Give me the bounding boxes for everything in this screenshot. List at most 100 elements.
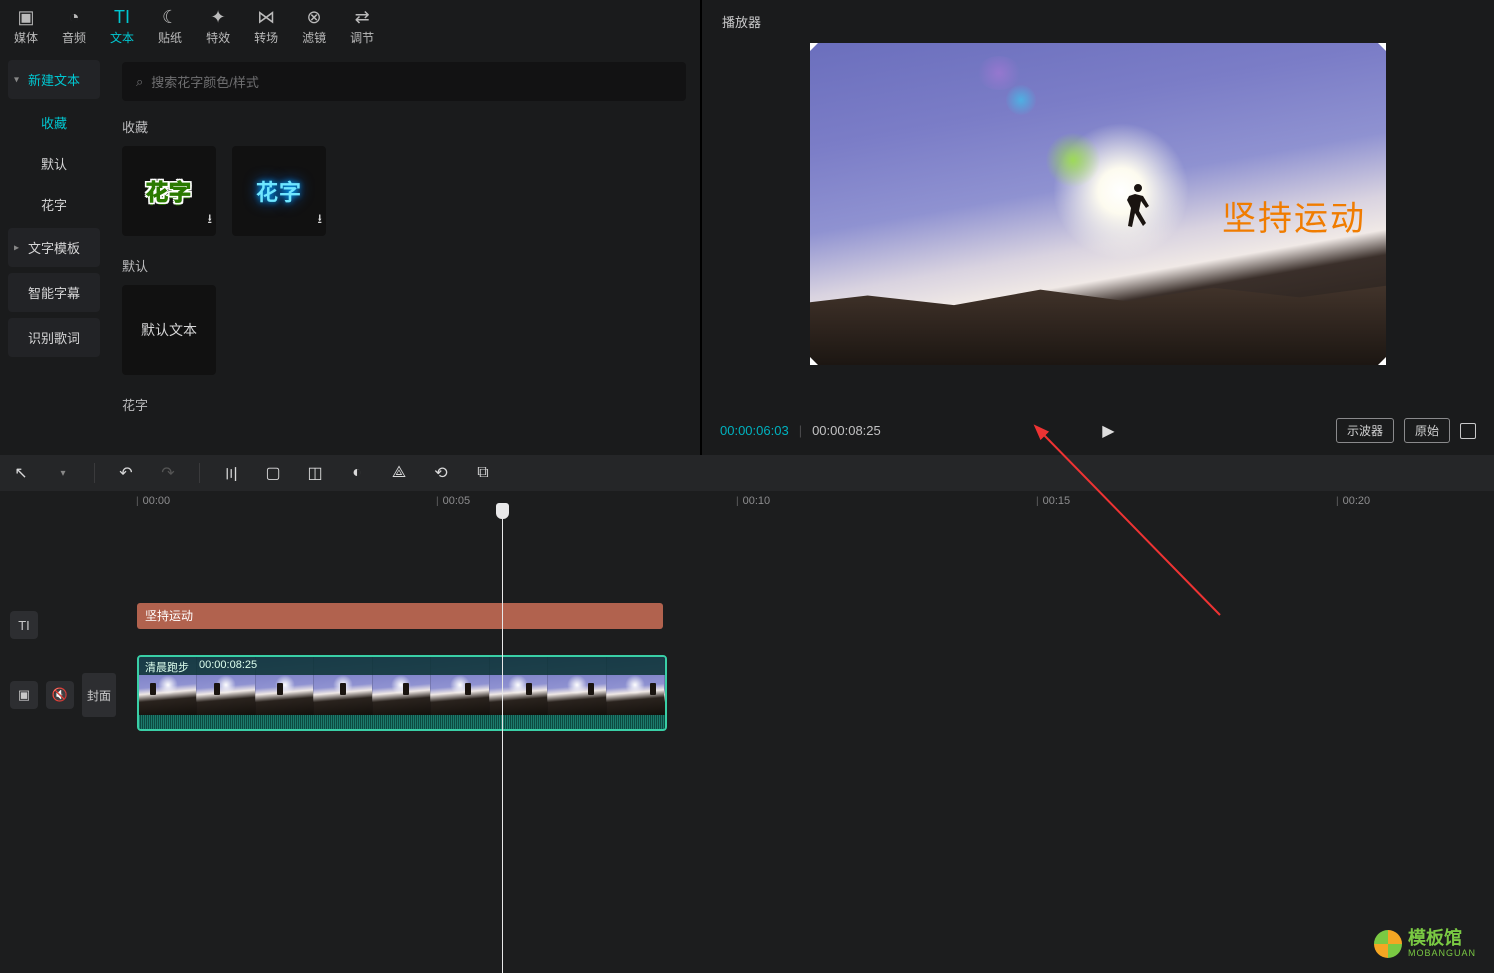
clip-name: 清晨跑步 — [145, 659, 189, 673]
timeline-tracks[interactable]: TI 坚持运动 ▣ 🔇 封面 — [0, 513, 1494, 973]
ruler-tick: 00:10 — [736, 495, 770, 507]
sidebar-smart-subtitles[interactable]: 智能字幕 — [8, 273, 100, 312]
original-button[interactable]: 原始 — [1404, 418, 1450, 443]
player-canvas[interactable]: 坚持运动 — [718, 43, 1478, 408]
search-icon: ⌕ — [136, 74, 143, 90]
watermark-icon — [1374, 930, 1402, 958]
text-content: ⌕ 搜索花字颜色/样式 收藏 花字⭳ 花字⭳ 默认 默认文本 花字 — [108, 52, 700, 455]
rotate-tool[interactable]: ⟲ — [430, 463, 452, 483]
sidebar-favorites[interactable]: 收藏 — [8, 105, 100, 140]
mirror-tool[interactable]: ⟁ — [388, 464, 410, 482]
scope-button[interactable]: 示波器 — [1336, 418, 1394, 443]
sidebar-new-text[interactable]: ▾新建文本 — [8, 60, 100, 99]
effect-icon: ✦ — [211, 8, 226, 26]
download-icon[interactable]: ⭳ — [207, 210, 212, 232]
tab-filter[interactable]: ⊗滤镜 — [302, 8, 326, 46]
cover-button[interactable]: 封面 — [82, 673, 116, 717]
thumb-default-text[interactable]: 默认文本 — [122, 285, 216, 375]
frame-handle[interactable] — [1377, 43, 1386, 52]
text-track-icon[interactable]: TI — [10, 611, 38, 639]
chevron-down-icon: ▾ — [14, 74, 19, 85]
undo-button[interactable]: ↶ — [115, 463, 137, 483]
ruler-tick: 00:15 — [1036, 495, 1070, 507]
frame-tool[interactable]: ◫ — [304, 463, 326, 483]
tab-adjust[interactable]: ⇄调节 — [350, 8, 374, 46]
tab-media[interactable]: ▣媒体 — [14, 8, 38, 46]
text-sidebar: ▾新建文本 收藏 默认 花字 ▸文字模板 智能字幕 识别歌词 — [0, 52, 108, 455]
play-button[interactable]: ▶ — [1102, 421, 1114, 441]
clip-duration: 00:00:08:25 — [199, 659, 257, 673]
section-default: 默认 — [122, 256, 686, 275]
search-placeholder: 搜索花字颜色/样式 — [151, 72, 259, 91]
transition-icon: ⋈ — [257, 8, 275, 26]
current-time: 00:00:06:03 — [720, 423, 789, 438]
video-track: ▣ 🔇 封面 — [0, 655, 1494, 735]
tab-transition[interactable]: ⋈转场 — [254, 8, 278, 46]
tab-effect[interactable]: ✦特效 — [206, 8, 230, 46]
sidebar-templates[interactable]: ▸文字模板 — [8, 228, 100, 267]
sidebar-default[interactable]: 默认 — [8, 146, 100, 181]
mute-button[interactable]: 🔇 — [46, 681, 74, 709]
player-controls: 00:00:06:03 | 00:00:08:25 ▶ 示波器 原始 — [718, 408, 1478, 445]
chevron-right-icon: ▸ — [14, 242, 19, 253]
split-tool[interactable]: 〣 — [220, 461, 242, 485]
adjust-icon: ⇄ — [355, 8, 370, 26]
playhead-handle[interactable] — [496, 503, 509, 519]
watermark-cn: 模板馆 — [1408, 929, 1476, 949]
player-panel: 播放器 坚持运动 00:00:06:03 | 00:00:08:25 — [702, 0, 1494, 455]
ruler-tick: 00:05 — [436, 495, 470, 507]
lens-flare — [1046, 133, 1100, 187]
preview-runner — [1121, 178, 1155, 242]
frame-handle[interactable] — [810, 356, 819, 365]
video-clip[interactable]: 清晨跑步 00:00:08:25 — [137, 655, 667, 731]
thumb-flower-green[interactable]: 花字⭳ — [122, 146, 216, 236]
cursor-dropdown[interactable]: ▾ — [52, 468, 74, 479]
preview-ground — [810, 268, 1386, 365]
sidebar-flower[interactable]: 花字 — [8, 187, 100, 222]
cursor-tool[interactable]: ↖ — [10, 463, 32, 483]
media-icon: ▣ — [18, 8, 35, 26]
watermark: 模板馆 MOBANGUAN — [1374, 929, 1476, 959]
playhead[interactable] — [502, 513, 503, 973]
player-title: 播放器 — [718, 4, 1478, 43]
sidebar-recognize-lyrics[interactable]: 识别歌词 — [8, 318, 100, 357]
clip-waveform — [139, 715, 665, 729]
sticker-icon: ☾ — [162, 8, 178, 26]
video-track-toggle[interactable]: ▣ — [10, 681, 38, 709]
ruler-tick: 00:20 — [1336, 495, 1370, 507]
tab-audio[interactable]: ◔音频 — [62, 8, 86, 46]
download-icon[interactable]: ⭳ — [317, 210, 322, 232]
ruler-tick: 00:00 — [136, 495, 170, 507]
tab-sticker[interactable]: ☾贴纸 — [158, 8, 182, 46]
search-input[interactable]: ⌕ 搜索花字颜色/样式 — [122, 62, 686, 101]
text-clip[interactable]: 坚持运动 — [137, 603, 663, 629]
audio-icon: ◔ — [69, 8, 80, 26]
section-flower: 花字 — [122, 395, 686, 414]
text-icon: TI — [114, 8, 130, 26]
thumb-flower-blue[interactable]: 花字⭳ — [232, 146, 326, 236]
timeline: ↖ ▾ ↶ ↷ 〣 ▢ ◫ ◐ ⟁ ⟲ ⧉ 00:00 00:05 00:10 … — [0, 455, 1494, 973]
top-tabs: ▣媒体 ◔音频 TI文本 ☾贴纸 ✦特效 ⋈转场 ⊗滤镜 ⇄调节 — [0, 0, 700, 52]
crop-tool[interactable]: ⧉ — [472, 464, 494, 482]
text-track: TI 坚持运动 — [0, 603, 1494, 647]
fullscreen-icon[interactable] — [1460, 423, 1476, 439]
text-clip-label: 坚持运动 — [145, 609, 193, 623]
preview-text-overlay[interactable]: 坚持运动 — [1222, 191, 1366, 240]
lens-flare — [977, 56, 1021, 90]
text-panel: ▣媒体 ◔音频 TI文本 ☾贴纸 ✦特效 ⋈转场 ⊗滤镜 ⇄调节 ▾新建文本 收… — [0, 0, 702, 455]
filter-icon: ⊗ — [307, 8, 322, 26]
total-time: 00:00:08:25 — [812, 423, 881, 438]
video-preview[interactable]: 坚持运动 — [810, 43, 1386, 365]
lens-flare — [1006, 85, 1036, 115]
timeline-toolbar: ↖ ▾ ↶ ↷ 〣 ▢ ◫ ◐ ⟁ ⟲ ⧉ — [0, 455, 1494, 491]
tab-text[interactable]: TI文本 — [110, 8, 134, 46]
watermark-en: MOBANGUAN — [1408, 949, 1476, 959]
redo-button[interactable]: ↷ — [157, 463, 179, 483]
section-favorites: 收藏 — [122, 117, 686, 136]
timeline-ruler[interactable]: 00:00 00:05 00:10 00:15 00:20 — [0, 491, 1494, 513]
delete-tool[interactable]: ▢ — [262, 463, 284, 483]
time-separator: | — [799, 423, 802, 438]
frame-handle[interactable] — [1377, 356, 1386, 365]
speed-tool[interactable]: ◐ — [346, 464, 368, 482]
frame-handle[interactable] — [810, 43, 819, 52]
